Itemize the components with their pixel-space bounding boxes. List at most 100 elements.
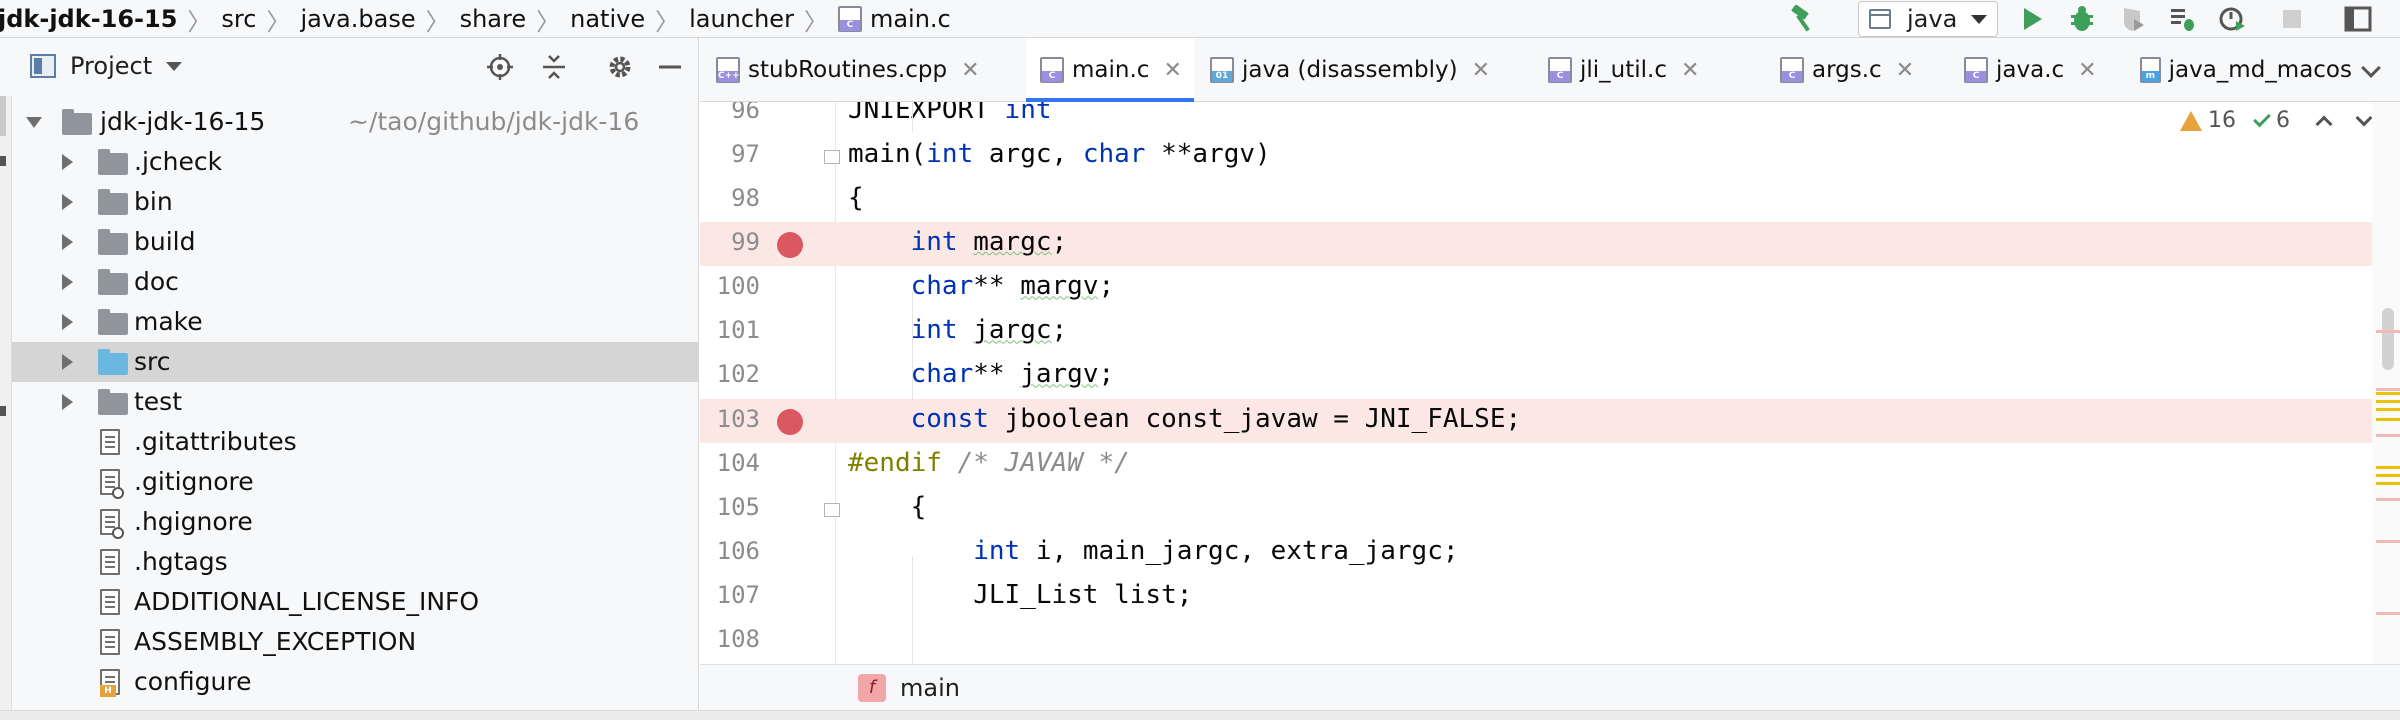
project-view-selector[interactable]: Project — [30, 52, 183, 80]
tab-java-md-macos[interactable]: m java_md_macos — [2140, 38, 2352, 102]
breakpoint-icon[interactable] — [777, 232, 803, 259]
tree-item-folder[interactable]: doc — [12, 262, 698, 302]
line-number[interactable]: 100 — [700, 272, 760, 300]
collapse-all-icon[interactable] — [540, 53, 568, 81]
hide-panel-icon[interactable] — [656, 53, 684, 81]
error-stripe-mark[interactable] — [2376, 434, 2400, 437]
tree-item-folder[interactable]: make — [12, 302, 698, 342]
code-line[interactable]: 100 char** margv; — [700, 266, 2400, 310]
line-number[interactable]: 106 — [700, 537, 760, 565]
attach-debugger-icon[interactable] — [2168, 5, 2196, 33]
tab-java-c[interactable]: C java.c ✕ — [1964, 38, 2138, 102]
warning-stripe-mark[interactable] — [2376, 482, 2400, 485]
line-number[interactable]: 105 — [700, 493, 760, 521]
vertical-scrollbar[interactable] — [2372, 102, 2400, 664]
warning-stripe-mark[interactable] — [2376, 408, 2400, 411]
collapsed-arrow-icon[interactable] — [62, 234, 73, 250]
profiler-icon[interactable] — [2218, 5, 2246, 33]
line-number[interactable]: 101 — [700, 316, 760, 344]
collapsed-arrow-icon[interactable] — [62, 314, 73, 330]
run-icon[interactable] — [2018, 5, 2046, 33]
breakpoint-icon[interactable] — [777, 408, 803, 435]
warning-stripe-mark[interactable] — [2376, 400, 2400, 403]
warning-stripe-mark[interactable] — [2376, 466, 2400, 469]
error-stripe-mark[interactable] — [2376, 498, 2400, 501]
warning-stripe-mark[interactable] — [2376, 418, 2400, 421]
collapsed-arrow-icon[interactable] — [62, 354, 73, 370]
collapsed-arrow-icon[interactable] — [62, 194, 73, 210]
code-line[interactable]: 102 char** jargv; — [700, 354, 2400, 398]
warning-stripe-mark[interactable] — [2376, 392, 2400, 395]
build-hammer-icon[interactable] — [1788, 5, 1816, 33]
expanded-arrow-icon[interactable] — [26, 117, 42, 128]
tab-args-c[interactable]: C args.c ✕ — [1780, 38, 1960, 102]
tree-item-file[interactable]: .gitignore — [12, 462, 698, 502]
breadcrumb-item-java-base[interactable]: java.base — [300, 5, 415, 33]
code-line[interactable]: 107 JLI_List list; — [700, 575, 2400, 619]
close-icon[interactable]: ✕ — [1472, 58, 1490, 83]
tab-stubroutines-cpp[interactable]: C++ stubRoutines.cpp ✕ — [716, 38, 1016, 102]
code-editor[interactable]: 96 JNIEXPORT int 97 main(int argc, char **a… — [700, 102, 2400, 664]
collapsed-arrow-icon[interactable] — [62, 154, 73, 170]
tree-item-folder[interactable]: bin — [12, 182, 698, 222]
chevron-down-icon[interactable] — [2361, 58, 2381, 78]
inspection-widget[interactable]: 16 6 — [2180, 108, 2373, 133]
tree-item-file[interactable]: H configure — [12, 662, 698, 702]
breadcrumb-item-project[interactable]: jdk-jdk-16-15 — [0, 5, 177, 33]
line-number[interactable]: 97 — [700, 140, 760, 168]
tab-java-disassembly[interactable]: 01 java (disassembly) ✕ — [1210, 38, 1534, 102]
code-line[interactable]: 108 — [700, 619, 2400, 663]
tree-item-src-folder[interactable]: src — [12, 342, 698, 382]
scrollbar-thumb[interactable] — [2382, 308, 2394, 370]
fold-marker-icon[interactable] — [824, 502, 840, 517]
error-stripe-mark[interactable] — [2376, 540, 2400, 543]
code-line[interactable]: 96 JNIEXPORT int — [700, 102, 2400, 134]
line-number[interactable]: 104 — [700, 449, 760, 477]
window-layout-icon[interactable] — [2344, 5, 2372, 33]
error-stripe-mark[interactable] — [2376, 330, 2400, 333]
line-number[interactable]: 98 — [700, 184, 760, 212]
tree-item-file[interactable]: ADDITIONAL_LICENSE_INFO — [12, 582, 698, 622]
tree-item-file[interactable]: .gitattributes — [12, 422, 698, 462]
tree-item-folder[interactable]: test — [12, 382, 698, 422]
fold-marker-icon[interactable] — [824, 150, 840, 165]
line-number[interactable]: 108 — [700, 625, 760, 653]
code-line[interactable]: 105 { — [700, 487, 2400, 531]
locate-file-icon[interactable] — [486, 53, 514, 81]
tree-item-folder[interactable]: .jcheck — [12, 142, 698, 182]
line-number[interactable]: 96 — [700, 102, 760, 124]
warning-stripe-mark[interactable] — [2376, 474, 2400, 477]
close-icon[interactable]: ✕ — [1896, 58, 1914, 83]
close-icon[interactable]: ✕ — [961, 58, 979, 83]
error-stripe-mark[interactable] — [2376, 388, 2400, 391]
code-line[interactable]: 99 int margc; — [700, 222, 2400, 267]
code-line[interactable]: 106 int i, main_jargc, extra_jargc; — [700, 531, 2400, 575]
breadcrumb-item-native[interactable]: native — [570, 5, 645, 33]
tree-item-root[interactable]: jdk-jdk-16-15 ~/tao/github/jdk-jdk-16 — [12, 102, 698, 142]
run-configuration-selector[interactable]: java — [1858, 1, 1998, 37]
code-line[interactable]: 104 #endif /* JAVAW */ — [700, 443, 2400, 487]
line-number[interactable]: 107 — [700, 581, 760, 609]
close-icon[interactable]: ✕ — [1163, 58, 1181, 83]
breadcrumb-item-current-file[interactable]: C main.c — [837, 5, 951, 33]
close-icon[interactable]: ✕ — [1681, 58, 1699, 83]
tab-jli-util-c[interactable]: C jli_util.c ✕ — [1548, 38, 1774, 102]
collapsed-arrow-icon[interactable] — [62, 274, 73, 290]
line-number[interactable]: 99 — [700, 228, 760, 256]
tree-item-file[interactable]: ASSEMBLY_EXCEPTION — [12, 622, 698, 662]
next-highlight-icon[interactable] — [2355, 109, 2373, 126]
code-line[interactable]: 97 main(int argc, char **argv) — [700, 134, 2400, 178]
close-icon[interactable]: ✕ — [2078, 58, 2096, 83]
tree-item-file[interactable]: .hgtags — [12, 542, 698, 582]
breadcrumb-item-launcher[interactable]: launcher — [689, 5, 794, 33]
gear-icon[interactable] — [606, 53, 634, 81]
breadcrumb-item-src[interactable]: src — [221, 5, 256, 33]
tree-item-file[interactable]: .hgignore — [12, 502, 698, 542]
run-with-coverage-icon[interactable] — [2118, 5, 2146, 33]
tree-item-folder[interactable]: build — [12, 222, 698, 262]
debug-bug-icon[interactable] — [2068, 5, 2096, 33]
stop-icon[interactable] — [2278, 5, 2306, 33]
code-line[interactable]: 101 int jargc; — [700, 310, 2400, 354]
breadcrumb-item-share[interactable]: share — [460, 5, 527, 33]
previous-highlight-icon[interactable] — [2315, 115, 2333, 132]
